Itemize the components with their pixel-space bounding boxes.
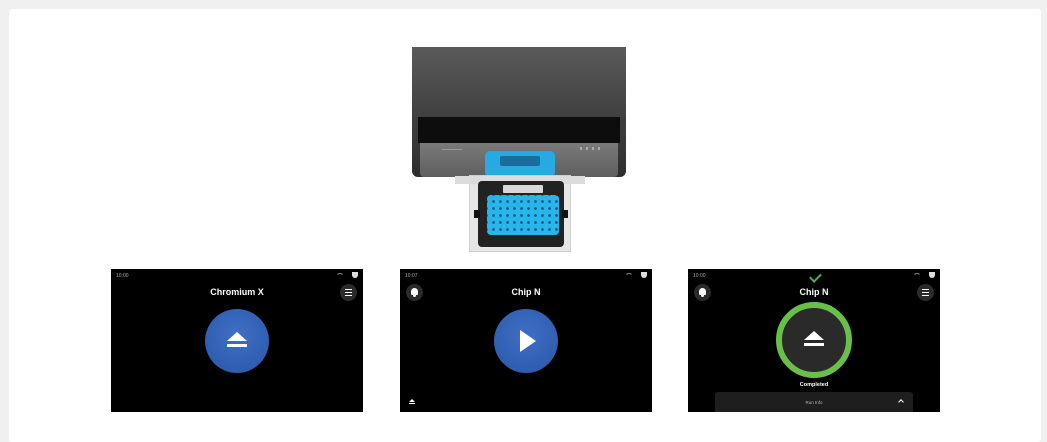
run-info-label: Run Info (805, 400, 823, 405)
menu-button[interactable] (917, 284, 934, 301)
eject-small-button[interactable] (409, 399, 415, 405)
menu-icon (922, 289, 929, 296)
device-status-icon (352, 272, 358, 278)
instrument-top (412, 47, 626, 117)
status-text: Completed (799, 382, 829, 388)
eject-icon (804, 331, 824, 349)
status-bar (913, 272, 935, 279)
eject-icon (227, 332, 247, 350)
screen-chip-n-ready: 10:07 Chip N (400, 269, 652, 412)
device-status-icon (929, 272, 935, 278)
chip-label (503, 185, 543, 193)
instrument-window (418, 117, 620, 143)
eject-icon (409, 399, 415, 405)
screen-title: Chip N (511, 287, 541, 297)
device-status-icon (641, 272, 647, 278)
holder-clip-left (474, 210, 480, 218)
chip (487, 195, 559, 235)
front-panel-indicators (580, 147, 600, 150)
menu-button[interactable] (340, 284, 357, 301)
front-panel-mark (442, 149, 462, 150)
wifi-icon (336, 273, 344, 278)
start-run-button[interactable] (494, 309, 558, 373)
wifi-icon (913, 273, 921, 278)
screen-chip-n-completed: 10:00 Chip N Completed Run Info (688, 269, 940, 412)
menu-icon (345, 289, 352, 296)
screen-title: Chromium X (210, 287, 264, 297)
screen-title: Chip N (799, 287, 829, 297)
play-icon (520, 330, 536, 352)
clock: 10:00 (116, 273, 129, 279)
clock: 10:07 (405, 273, 418, 279)
check-icon (809, 270, 822, 283)
wifi-icon (625, 273, 633, 278)
holder-clip-right (562, 210, 568, 218)
completed-eject-button[interactable] (776, 302, 852, 378)
status-bar (336, 272, 358, 279)
status-bar (625, 272, 647, 279)
clock: 10:00 (693, 273, 706, 279)
run-info-panel[interactable]: Run Info (715, 392, 913, 412)
screen-chromium-x: 10:00 Chromium X (111, 269, 363, 412)
chip-back-label (500, 156, 540, 166)
instrument-image (412, 47, 626, 252)
eject-button[interactable] (205, 309, 269, 373)
